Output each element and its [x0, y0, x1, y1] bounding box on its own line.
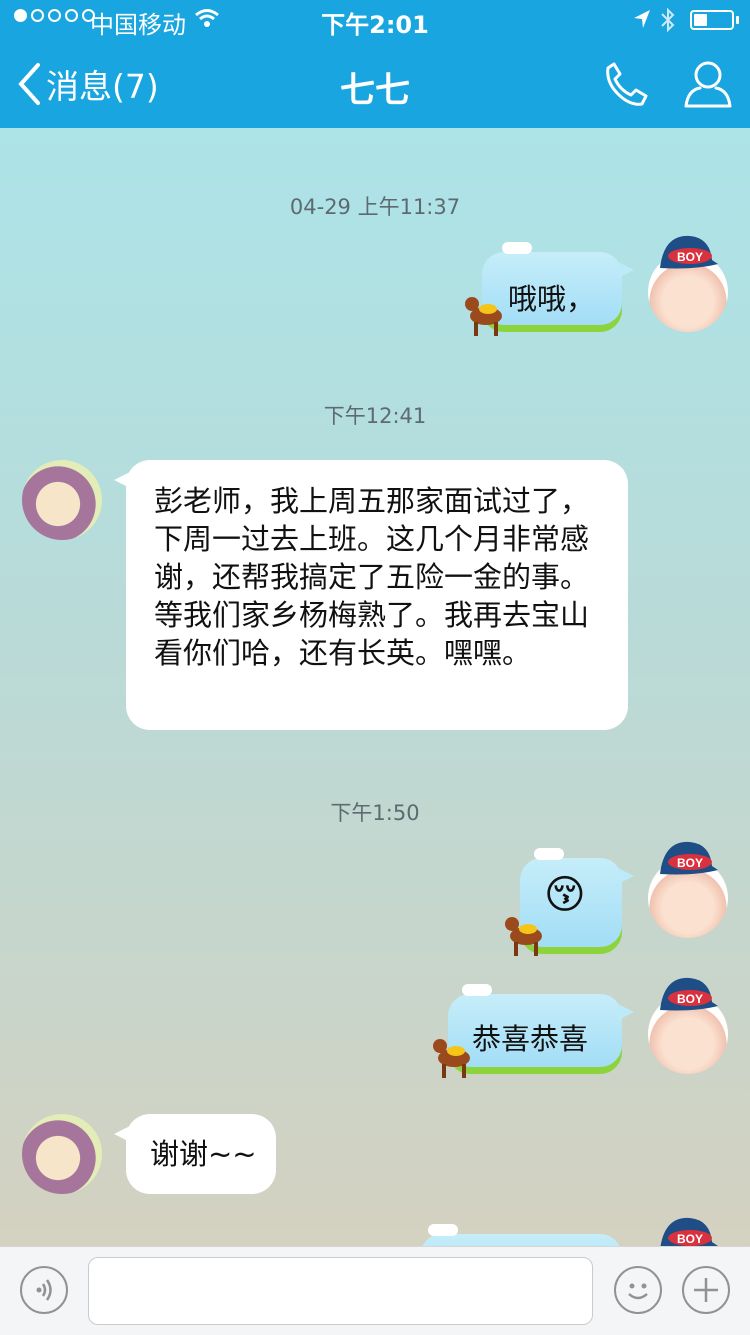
status-bar: 中国移动 下午2:01: [0, 0, 750, 40]
input-bar: [0, 1246, 750, 1335]
plus-button[interactable]: [682, 1266, 730, 1314]
timestamp: 下午1:50: [330, 801, 420, 825]
battery-fill: [694, 14, 707, 26]
horse-sticker-icon: [433, 1039, 470, 1078]
friend-avatar[interactable]: [22, 460, 102, 540]
nav-bar: 中国移动 下午2:01 消息(7) 七七: [0, 0, 750, 128]
svg-text:BOY: BOY: [677, 856, 703, 870]
bubble-tail: [618, 262, 634, 278]
location-icon: [634, 10, 650, 28]
emoji-button[interactable]: [614, 1266, 662, 1314]
message-text: 彭老师，我上周五那家面试过了，下周一过去上班。这几个月非常感谢，还帮我搞定了五险…: [154, 484, 590, 670]
battery-nub: [736, 16, 739, 24]
message-text: 恭喜恭喜: [472, 1022, 589, 1056]
timestamp: 04-29 上午11:37: [289, 195, 461, 219]
svg-text:BOY: BOY: [677, 992, 703, 1006]
svg-text:BOY: BOY: [677, 1232, 703, 1246]
message-input[interactable]: [88, 1257, 593, 1325]
horse-sticker-icon: [465, 297, 502, 336]
svg-text:BOY: BOY: [677, 250, 703, 264]
bluetooth-icon: [661, 7, 675, 33]
bubble-tail: [618, 868, 634, 884]
bubble-tail: [618, 1004, 634, 1020]
incoming-message[interactable]: 彭老师，我上周五那家面试过了，下周一过去上班。这几个月非常感谢，还帮我搞定了五险…: [114, 460, 628, 730]
cloud-decoration: [534, 848, 564, 860]
plus-icon: [694, 1278, 718, 1302]
message-text: 谢谢~~: [150, 1137, 257, 1171]
boy-cap-icon: BOY: [660, 235, 718, 269]
bubble-tail: [114, 472, 130, 488]
battery-icon: [690, 10, 734, 30]
message-text: 哦哦，: [508, 282, 596, 316]
cloud-decoration: [502, 242, 532, 254]
voice-icon: [36, 1279, 52, 1301]
phone-icon[interactable]: [602, 60, 650, 108]
friend-avatar[interactable]: [22, 1114, 102, 1194]
profile-icon[interactable]: [682, 58, 734, 110]
bubble-tail: [114, 1126, 130, 1142]
timestamp: 下午12:41: [323, 404, 427, 428]
incoming-message[interactable]: 谢谢~~: [114, 1114, 276, 1194]
cloud-decoration: [428, 1224, 458, 1236]
emoji-icon: [628, 1283, 648, 1300]
horse-sticker-icon: [505, 917, 542, 956]
cloud-decoration: [462, 984, 492, 996]
voice-button[interactable]: [20, 1266, 68, 1314]
boy-cap-icon: BOY: [660, 977, 718, 1011]
boy-cap-icon: BOY: [660, 841, 718, 875]
